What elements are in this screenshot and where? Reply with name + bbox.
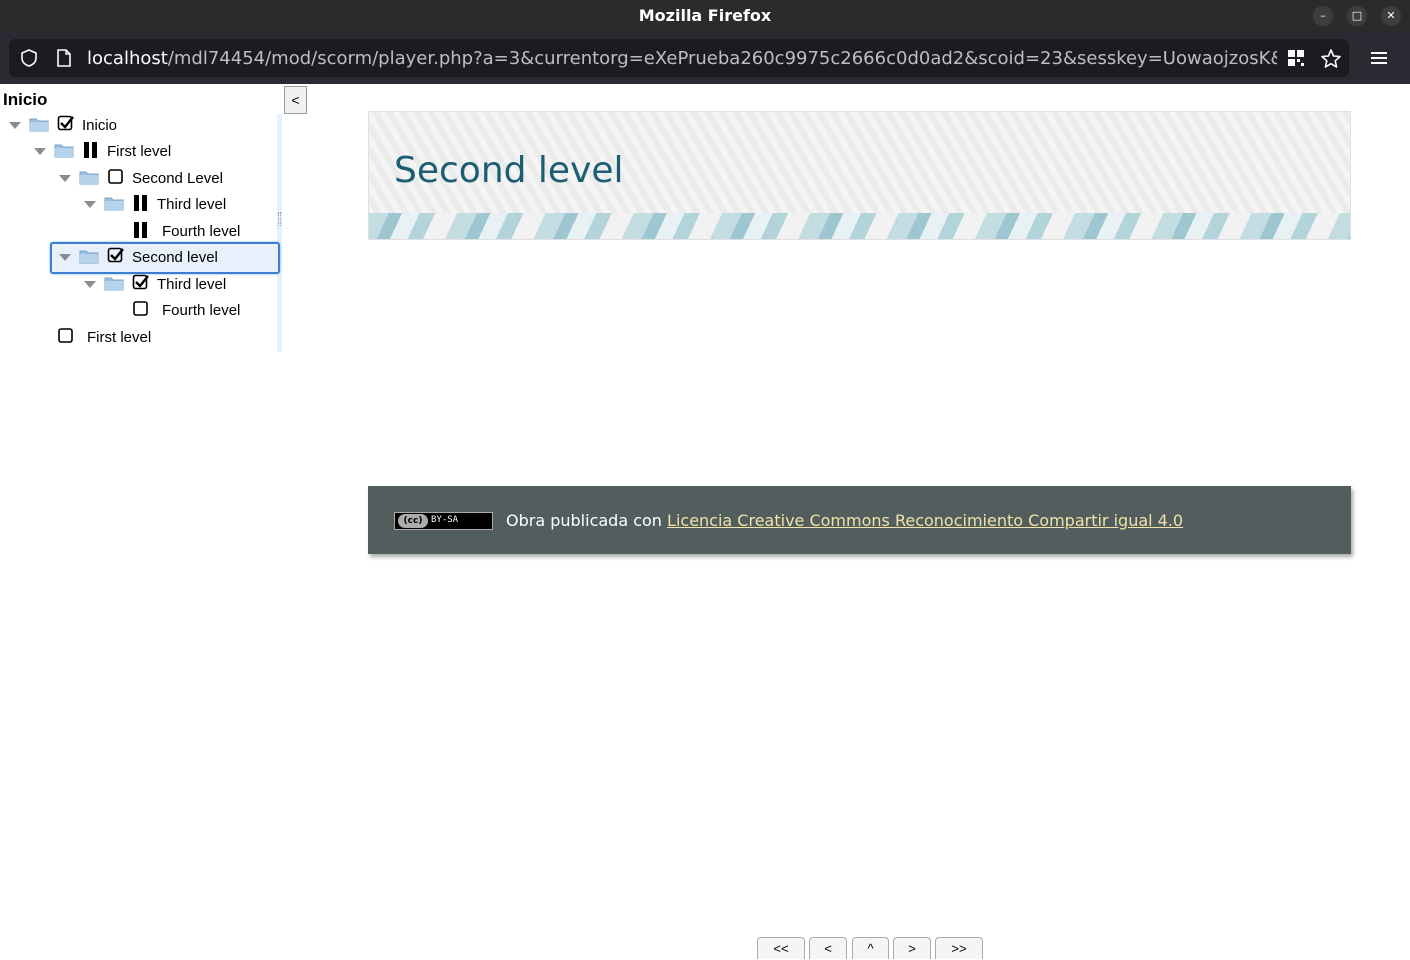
expand-arrow-icon[interactable] — [84, 201, 96, 208]
toc-collapse-button[interactable]: < — [284, 86, 307, 114]
content-header-banner: Second level — [368, 111, 1351, 240]
license-footer: (cc) BY-SA Obra publicada con Licencia C… — [368, 486, 1351, 554]
toc-resize-handle[interactable] — [278, 212, 281, 226]
toc-item-label[interactable]: Third level — [157, 196, 226, 213]
incomplete-pause-icon — [132, 221, 150, 239]
toc-item[interactable]: Fourth level — [0, 297, 276, 323]
toc-item-label[interactable]: Third level — [157, 276, 226, 293]
folder-icon — [79, 249, 99, 264]
toc-item[interactable]: Second Level — [0, 165, 276, 191]
incomplete-pause-icon — [82, 141, 100, 159]
bookmark-star-icon[interactable] — [1320, 48, 1342, 69]
completed-checkbox-icon — [57, 115, 75, 133]
folder-icon — [29, 117, 49, 132]
folder-icon — [79, 170, 99, 185]
maximize-button[interactable]: □ — [1347, 6, 1367, 26]
not-attempted-checkbox-icon — [57, 327, 75, 345]
toc-item[interactable]: Inicio — [0, 112, 276, 138]
url-bar[interactable]: localhost/mdl74454/mod/scorm/player.php?… — [9, 39, 1349, 77]
scorm-player-page: Inicio < Inicio First level Second Level Th… — [0, 84, 1410, 959]
toc-title: Inicio — [3, 90, 48, 109]
qr-code-icon[interactable] — [1286, 48, 1306, 68]
not-attempted-checkbox-icon — [132, 300, 150, 318]
close-button[interactable]: ✕ — [1381, 6, 1401, 26]
license-link[interactable]: Licencia Creative Commons Reconocimiento… — [667, 511, 1183, 530]
toc-item[interactable]: Third level — [0, 271, 276, 297]
folder-icon — [54, 143, 74, 158]
browser-toolbar: localhost/mdl74454/mod/scorm/player.php?… — [0, 32, 1410, 84]
banner-decoration — [369, 213, 1350, 239]
expand-arrow-icon[interactable] — [34, 148, 46, 155]
toc-item-label[interactable]: Second level — [132, 249, 218, 266]
toc-item[interactable]: Second level — [0, 244, 276, 270]
folder-icon — [104, 196, 124, 211]
completed-checkbox-icon — [132, 274, 150, 292]
expand-arrow-icon[interactable] — [59, 254, 71, 261]
toc-item-label[interactable]: Second Level — [132, 170, 223, 187]
expand-arrow-icon[interactable] — [84, 281, 96, 288]
incomplete-pause-icon — [132, 194, 150, 212]
cc-license-badge[interactable]: (cc) BY-SA — [394, 512, 493, 530]
toc-item[interactable]: Third level — [0, 191, 276, 217]
shield-icon[interactable] — [19, 48, 39, 68]
content-heading: Second level — [394, 150, 624, 191]
toc-item[interactable]: Fourth level — [0, 218, 276, 244]
window-title: Mozilla Firefox — [638, 6, 772, 25]
page-icon — [57, 49, 71, 67]
minimize-button[interactable]: – — [1313, 6, 1333, 26]
folder-icon — [104, 276, 124, 291]
menu-icon[interactable] — [1369, 49, 1389, 67]
license-prefix: Obra publicada con — [506, 511, 668, 530]
toc-item-label[interactable]: First level — [107, 143, 171, 160]
completed-checkbox-icon — [107, 247, 125, 265]
cc-badge-license: BY-SA — [431, 515, 459, 525]
expand-arrow-icon[interactable] — [9, 122, 21, 129]
toc-item[interactable]: First level — [0, 138, 276, 164]
url-text[interactable]: localhost/mdl74454/mod/scorm/player.php?… — [87, 48, 1277, 69]
not-attempted-checkbox-icon — [107, 168, 125, 186]
toc-item-label[interactable]: Inicio — [82, 117, 117, 134]
toc-item-label[interactable]: Fourth level — [162, 302, 240, 319]
license-text: Obra publicada con Licencia Creative Com… — [506, 511, 1183, 530]
toc-scrollbar[interactable] — [277, 114, 282, 352]
toc-item-label[interactable]: First level — [87, 329, 151, 346]
toc-item-label[interactable]: Fourth level — [162, 223, 240, 240]
toc-item[interactable]: First level — [0, 324, 276, 350]
expand-arrow-icon[interactable] — [59, 175, 71, 182]
window-titlebar: Mozilla Firefox – □ ✕ — [0, 0, 1410, 32]
cc-badge-logo: (cc) — [398, 514, 428, 528]
